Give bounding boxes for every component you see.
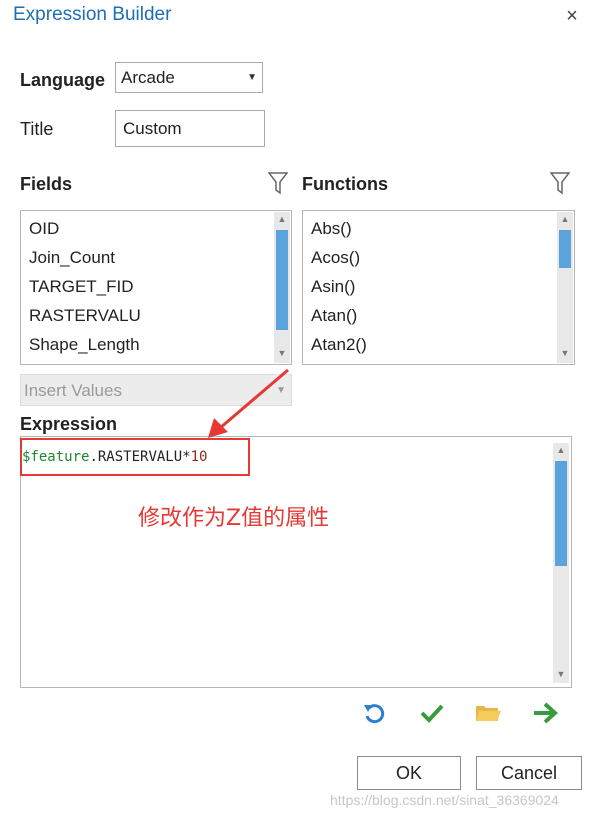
fields-scrollbar[interactable]: ▲ ▼ xyxy=(274,212,290,363)
list-item[interactable]: OID xyxy=(29,219,59,239)
scroll-up-icon[interactable]: ▲ xyxy=(274,214,290,224)
list-item[interactable]: Acos() xyxy=(311,248,360,268)
list-item[interactable]: Atan() xyxy=(311,306,357,326)
fields-filter-icon[interactable] xyxy=(268,171,288,195)
window-title: Expression Builder xyxy=(13,4,172,25)
scroll-down-icon[interactable]: ▼ xyxy=(274,348,290,358)
list-item[interactable]: Asin() xyxy=(311,277,355,297)
cancel-button[interactable]: Cancel xyxy=(476,756,582,790)
list-item[interactable]: RASTERVALU xyxy=(29,306,141,326)
fields-label: Fields xyxy=(20,174,73,194)
functions-label: Functions xyxy=(302,174,388,194)
list-item[interactable]: Shape_Length xyxy=(29,335,140,355)
scroll-thumb[interactable] xyxy=(276,230,288,330)
scroll-up-icon[interactable]: ▲ xyxy=(553,445,569,455)
scroll-down-icon[interactable]: ▼ xyxy=(553,669,569,679)
functions-filter-icon[interactable] xyxy=(550,171,570,195)
title-input-value: Custom xyxy=(123,119,182,138)
expression-label: Expression xyxy=(20,414,118,434)
list-item[interactable]: Abs() xyxy=(311,219,352,239)
language-select[interactable]: Arcade ▼ xyxy=(115,62,263,93)
annotation-text: 修改作为Z值的属性 xyxy=(138,506,330,531)
language-label: Language xyxy=(20,70,106,90)
open-folder-icon[interactable] xyxy=(474,699,502,727)
watermark: https://blog.csdn.net/sinat_36369024 xyxy=(330,792,559,808)
title-input[interactable]: Custom xyxy=(115,110,265,147)
list-item[interactable]: TARGET_FID xyxy=(29,277,134,297)
verify-icon[interactable] xyxy=(418,699,446,727)
functions-scrollbar[interactable]: ▲ ▼ xyxy=(557,212,573,363)
scroll-down-icon[interactable]: ▼ xyxy=(557,348,573,358)
scroll-thumb[interactable] xyxy=(559,230,571,268)
insert-values-label: Insert Values xyxy=(24,381,122,400)
run-arrow-icon[interactable] xyxy=(531,699,559,727)
ok-button[interactable]: OK xyxy=(357,756,461,790)
list-item[interactable]: Atan2() xyxy=(311,335,367,355)
scroll-thumb[interactable] xyxy=(555,461,567,566)
list-item[interactable]: Join_Count xyxy=(29,248,115,268)
expression-scrollbar[interactable]: ▲ ▼ xyxy=(553,443,569,683)
scroll-up-icon[interactable]: ▲ xyxy=(557,214,573,224)
undo-icon[interactable] xyxy=(361,699,389,727)
annotation-arrow xyxy=(208,368,289,438)
functions-list[interactable]: Abs() Acos() Asin() Atan() Atan2() ▲ ▼ xyxy=(302,210,575,365)
chevron-down-icon: ▼ xyxy=(247,72,257,83)
language-select-value: Arcade xyxy=(121,68,175,87)
fields-list[interactable]: OID Join_Count TARGET_FID RASTERVALU Sha… xyxy=(20,210,292,365)
title-label: Title xyxy=(20,119,54,139)
close-icon[interactable]: × xyxy=(562,6,582,26)
